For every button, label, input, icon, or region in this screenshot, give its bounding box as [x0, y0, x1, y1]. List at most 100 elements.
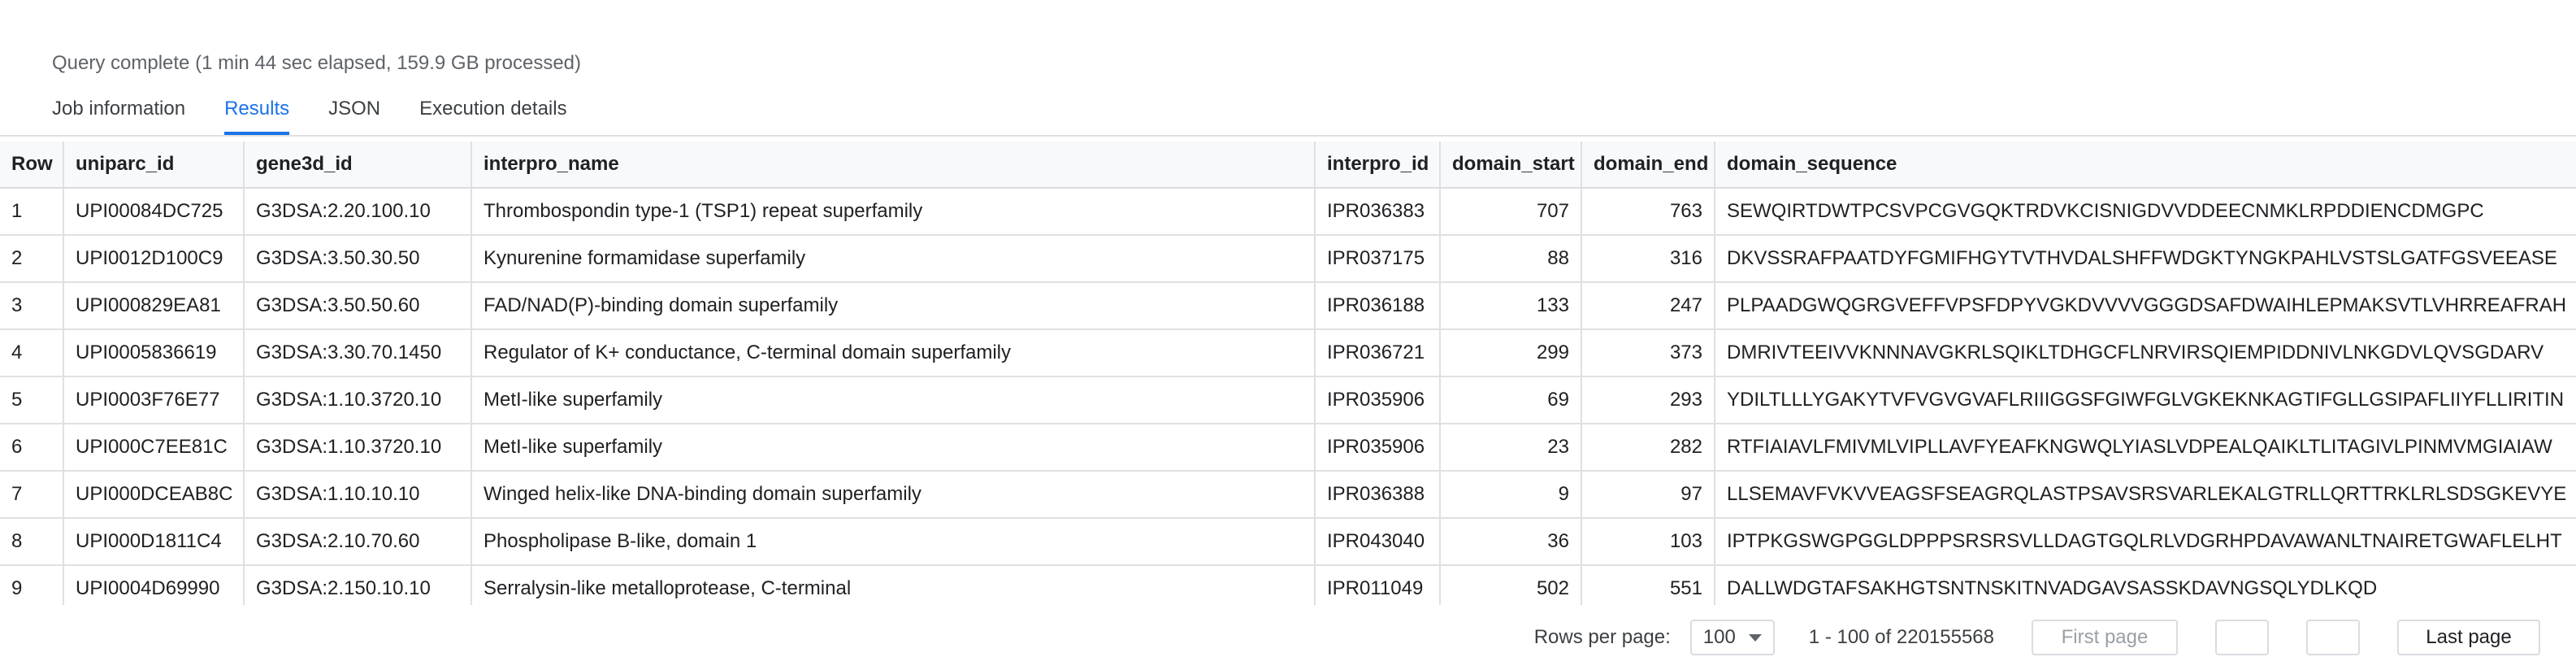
cell-interpro-id: IPR037175 — [1315, 235, 1441, 283]
cell-domain-end: 103 — [1581, 518, 1715, 566]
cell-row-number: 8 — [0, 518, 64, 566]
cell-domain-sequence: PLPAADGWQGRGVEFFVPSFDPYVGKDVVVVGGGDSAFDW… — [1715, 282, 2576, 330]
cell-domain-start: 9 — [1440, 471, 1582, 519]
cell-interpro-id: IPR036388 — [1315, 471, 1441, 519]
cell-uniparc-id: UPI000829EA81 — [63, 282, 245, 330]
cell-interpro-name: Thrombospondin type-1 (TSP1) repeat supe… — [471, 188, 1316, 236]
cell-row-number: 9 — [0, 565, 64, 605]
cell-row-number: 3 — [0, 282, 64, 330]
cell-row-number: 7 — [0, 471, 64, 519]
last-page-button[interactable]: Last page — [2397, 620, 2540, 655]
column-header-gene3d-id[interactable]: gene3d_id — [244, 141, 472, 189]
cell-uniparc-id: UPI00084DC725 — [63, 188, 245, 236]
cell-interpro-id: IPR043040 — [1315, 518, 1441, 566]
cell-row-number: 5 — [0, 376, 64, 424]
cell-domain-start: 133 — [1440, 282, 1582, 330]
column-header-interpro-name[interactable]: interpro_name — [471, 141, 1316, 189]
table-row[interactable]: 5 UPI0003F76E77 G3DSA:1.10.3720.10 MetI-… — [0, 376, 2576, 424]
table-row[interactable]: 7 UPI000DCEAB8C G3DSA:1.10.10.10 Winged … — [0, 471, 2576, 519]
first-page-button[interactable]: First page — [2032, 620, 2178, 655]
cell-domain-start: 502 — [1440, 565, 1582, 605]
cell-domain-end: 316 — [1581, 235, 1715, 283]
cell-uniparc-id: UPI0003F76E77 — [63, 376, 245, 424]
column-header-interpro-id[interactable]: interpro_id — [1315, 141, 1441, 189]
cell-uniparc-id: UPI0012D100C9 — [63, 235, 245, 283]
cell-gene3d-id: G3DSA:3.30.70.1450 — [244, 329, 472, 377]
cell-gene3d-id: G3DSA:2.150.10.10 — [244, 565, 472, 605]
cell-row-number: 1 — [0, 188, 64, 236]
cell-gene3d-id: G3DSA:1.10.10.10 — [244, 471, 472, 519]
cell-interpro-name: FAD/NAD(P)-binding domain superfamily — [471, 282, 1316, 330]
table-row[interactable]: 1 UPI00084DC725 G3DSA:2.20.100.10 Thromb… — [0, 188, 2576, 236]
table-row[interactable]: 3 UPI000829EA81 G3DSA:3.50.50.60 FAD/NAD… — [0, 282, 2576, 330]
rows-per-page-value: 100 — [1702, 626, 1736, 648]
rows-per-page-select[interactable]: 100 — [1689, 620, 1775, 655]
cell-interpro-id: IPR011049 — [1315, 565, 1441, 605]
cell-interpro-name: Kynurenine formamidase superfamily — [471, 235, 1316, 283]
column-header-uniparc-id[interactable]: uniparc_id — [63, 141, 245, 189]
cell-interpro-id: IPR035906 — [1315, 424, 1441, 472]
table-row[interactable]: 2 UPI0012D100C9 G3DSA:3.50.30.50 Kynuren… — [0, 235, 2576, 283]
column-header-domain-end[interactable]: domain_end — [1581, 141, 1715, 189]
cell-gene3d-id: G3DSA:1.10.3720.10 — [244, 376, 472, 424]
tab-divider — [0, 135, 2576, 137]
cell-domain-sequence: IPTPKGSWGPGGLDPPPSRSRSVLLDAGTGQLRLVDGRHP… — [1715, 518, 2576, 566]
column-header-domain-start[interactable]: domain_start — [1440, 141, 1582, 189]
cell-gene3d-id: G3DSA:3.50.30.50 — [244, 235, 472, 283]
cell-gene3d-id: G3DSA:2.10.70.60 — [244, 518, 472, 566]
pagination-range: 1 - 100 of 220155568 — [1808, 626, 1994, 648]
tab-execution-details[interactable]: Execution details — [419, 94, 566, 135]
cell-interpro-name: Phospholipase B-like, domain 1 — [471, 518, 1316, 566]
pagination-bar: Rows per page: 100 1 - 100 of 220155568 … — [0, 605, 2576, 670]
cell-domain-end: 763 — [1581, 188, 1715, 236]
table-row[interactable]: 9 UPI0004D69990 G3DSA:2.150.10.10 Serral… — [0, 565, 2576, 605]
chevron-down-icon — [1748, 633, 1762, 642]
results-grid[interactable]: Row uniparc_id gene3d_id interpro_name i… — [0, 141, 2576, 605]
cell-interpro-name: Regulator of K+ conductance, C-terminal … — [471, 329, 1316, 377]
cell-uniparc-id: UPI0004D69990 — [63, 565, 245, 605]
cell-row-number: 4 — [0, 329, 64, 377]
table-row[interactable]: 6 UPI000C7EE81C G3DSA:1.10.3720.10 MetI-… — [0, 424, 2576, 472]
cell-interpro-id: IPR036383 — [1315, 188, 1441, 236]
cell-gene3d-id: G3DSA:1.10.3720.10 — [244, 424, 472, 472]
header-row: Row uniparc_id gene3d_id interpro_name i… — [0, 141, 2576, 189]
cell-interpro-name: MetI-like superfamily — [471, 424, 1316, 472]
cell-uniparc-id: UPI0005836619 — [63, 329, 245, 377]
cell-domain-sequence: DMRIVTEEIVVKNNNAVGKRLSQIKLTDHGCFLNRVIRSQ… — [1715, 329, 2576, 377]
cell-domain-sequence: LLSEMAVFVKVVEAGSFSEAGRQLASTPSAVSRSVARLEK… — [1715, 471, 2576, 519]
next-page-button[interactable] — [2306, 620, 2360, 655]
cell-domain-end: 97 — [1581, 471, 1715, 519]
previous-page-button[interactable] — [2215, 620, 2269, 655]
table-row[interactable]: 8 UPI000D1811C4 G3DSA:2.10.70.60 Phospho… — [0, 518, 2576, 566]
cell-interpro-id: IPR035906 — [1315, 376, 1441, 424]
cell-domain-start: 36 — [1440, 518, 1582, 566]
cell-domain-start: 88 — [1440, 235, 1582, 283]
cell-domain-start: 707 — [1440, 188, 1582, 236]
cell-uniparc-id: UPI000DCEAB8C — [63, 471, 245, 519]
column-header-row[interactable]: Row — [0, 141, 64, 189]
cell-domain-sequence: YDILTLLLYGAKYTVFVGVGVAFLRIIIGGSFGIWFGLVG… — [1715, 376, 2576, 424]
tab-json[interactable]: JSON — [328, 94, 380, 135]
cell-domain-sequence: DALLWDGTAFSAKHGTSNTNSKITNVADGAVSASSKDAVN… — [1715, 565, 2576, 605]
cell-domain-start: 299 — [1440, 329, 1582, 377]
cell-interpro-id: IPR036721 — [1315, 329, 1441, 377]
column-header-domain-sequence[interactable]: domain_sequence — [1715, 141, 2576, 189]
cell-domain-start: 69 — [1440, 376, 1582, 424]
cell-uniparc-id: UPI000D1811C4 — [63, 518, 245, 566]
cell-gene3d-id: G3DSA:2.20.100.10 — [244, 188, 472, 236]
cell-domain-sequence: RTFIAIAVLFMIVMLVIPLLAVFYEAFKNGWQLYIASLVD… — [1715, 424, 2576, 472]
cell-domain-end: 282 — [1581, 424, 1715, 472]
cell-interpro-name: MetI-like superfamily — [471, 376, 1316, 424]
table-row[interactable]: 4 UPI0005836619 G3DSA:3.30.70.1450 Regul… — [0, 329, 2576, 377]
results-table: Row uniparc_id gene3d_id interpro_name i… — [0, 141, 2576, 605]
cell-domain-sequence: DKVSSRAFPAATDYFGMIFHGYTVTHVDALSHFFWDGKTY… — [1715, 235, 2576, 283]
cell-row-number: 2 — [0, 235, 64, 283]
tab-job-information[interactable]: Job information — [52, 94, 185, 135]
cell-interpro-name: Winged helix-like DNA-binding domain sup… — [471, 471, 1316, 519]
cell-interpro-name: Serralysin-like metalloprotease, C-termi… — [471, 565, 1316, 605]
tab-results[interactable]: Results — [224, 94, 290, 135]
cell-domain-end: 373 — [1581, 329, 1715, 377]
cell-gene3d-id: G3DSA:3.50.50.60 — [244, 282, 472, 330]
cell-domain-sequence: SEWQIRTDWTPCSVPCGVGQKTRDVKCISNIGDVVDDEEC… — [1715, 188, 2576, 236]
results-tabs: Job information Results JSON Execution d… — [52, 94, 567, 135]
